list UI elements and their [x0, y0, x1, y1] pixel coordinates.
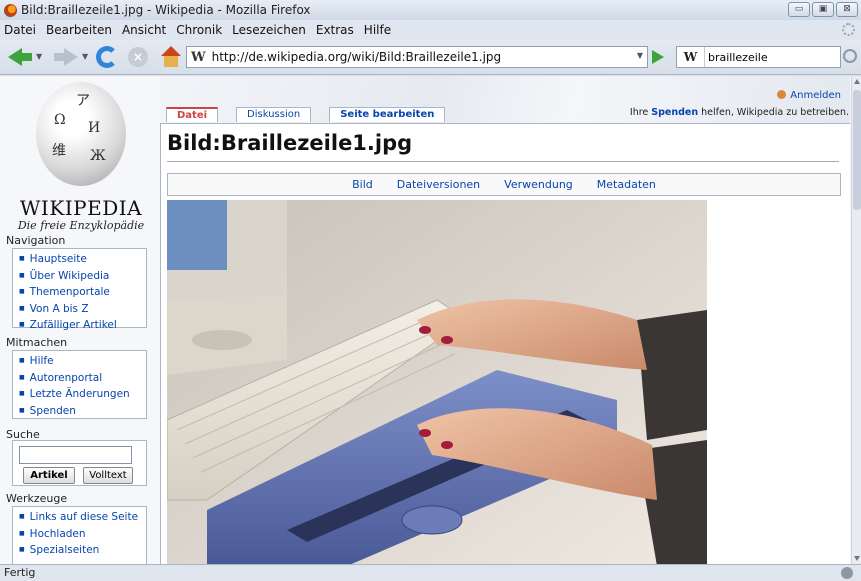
go-arrow-icon[interactable] [652, 50, 664, 64]
status-indicator-icon [841, 567, 853, 579]
nav-link-von-a-bis-z[interactable]: Von A bis Z [19, 302, 142, 319]
tools-link-spezialseiten[interactable]: Spezialseiten [19, 543, 142, 560]
content-area: Bild:Braillezeile1.jpg Bild Dateiversion… [160, 123, 850, 564]
nav-link-ueber-wikipedia[interactable]: Über Wikipedia [19, 269, 142, 286]
tools-link-hochladen[interactable]: Hochladen [19, 527, 142, 544]
search-fulltext-button[interactable]: Volltext [83, 467, 133, 484]
address-bar[interactable]: W http://de.wikipedia.org/wiki/Bild:Brai… [186, 46, 648, 68]
url-history-dropdown-icon[interactable]: ▼ [637, 51, 643, 60]
scroll-up-arrow-icon[interactable] [854, 79, 860, 84]
search-engine-icon[interactable]: W [677, 47, 705, 67]
magnifier-icon[interactable] [843, 49, 857, 63]
navigation-toolbar: ▼ ▼ × W http://de.wikipedia.org/wiki/Bil… [0, 40, 861, 75]
wiki-search-input[interactable] [19, 446, 132, 464]
braille-display-photo[interactable] [167, 200, 707, 564]
back-arrow-icon[interactable] [8, 46, 34, 68]
wikipedia-logo[interactable]: Ω И ア 维 Ж WIKIPEDIA Die freie Enzyklopäd… [6, 78, 156, 238]
menu-datei[interactable]: Datei [4, 23, 36, 37]
title-divider [167, 161, 839, 162]
menu-bearbeiten[interactable]: Bearbeiten [46, 23, 112, 37]
user-icon [777, 90, 787, 99]
navigation-heading: Navigation [6, 234, 66, 247]
wikipedia-tagline: Die freie Enzyklopädie [17, 219, 145, 232]
stop-icon[interactable]: × [128, 47, 148, 67]
scroll-down-arrow-icon[interactable] [854, 556, 860, 561]
mitmachen-portlet: Hilfe Autorenportal Letzte Änderungen Sp… [12, 350, 147, 419]
search-article-button[interactable]: Artikel [23, 467, 75, 484]
scrollbar-thumb[interactable] [853, 90, 861, 210]
title-bar: Bild:Braillezeile1.jpg - Wikipedia - Moz… [0, 0, 861, 20]
file-toc: Bild Dateiversionen Verwendung Metadaten [167, 173, 841, 196]
window-controls: ▭ ▣ ⊠ [788, 2, 858, 17]
wikipedia-wordmark: WIKIPEDIA [19, 196, 143, 220]
back-history-dropdown-icon[interactable]: ▼ [36, 52, 42, 61]
maximize-button[interactable]: ▣ [812, 2, 834, 17]
menu-extras[interactable]: Extras [316, 23, 354, 37]
forward-arrow-icon[interactable] [52, 46, 78, 68]
menu-bar: Datei Bearbeiten Ansicht Chronik Lesezei… [0, 20, 861, 40]
close-button[interactable]: ⊠ [836, 2, 858, 17]
menu-lesezeichen[interactable]: Lesezeichen [232, 23, 306, 37]
filetoc-link-metadaten[interactable]: Metadaten [597, 178, 656, 191]
throbber-icon [842, 23, 855, 36]
navigation-portlet: Hauptseite Über Wikipedia Themenportale … [12, 248, 147, 331]
nav-link-themenportale[interactable]: Themenportale [19, 285, 142, 302]
forward-history-dropdown-icon[interactable]: ▼ [82, 52, 88, 61]
page-tabs: Datei Diskussion Seite bearbeiten [166, 107, 463, 122]
page-title: Bild:Braillezeile1.jpg [167, 131, 413, 155]
tab-seite-bearbeiten[interactable]: Seite bearbeiten [329, 107, 446, 122]
filetoc-link-dateiversionen[interactable]: Dateiversionen [397, 178, 480, 191]
donate-link[interactable]: Spenden [651, 107, 698, 118]
mitmachen-link-spenden[interactable]: Spenden [19, 404, 142, 421]
url-text[interactable]: http://de.wikipedia.org/wiki/Bild:Braill… [212, 50, 502, 64]
nav-link-hauptseite[interactable]: Hauptseite [19, 252, 142, 269]
nav-link-zufaelliger-artikel[interactable]: Zufälliger Artikel [19, 318, 142, 335]
login-link[interactable]: Anmelden [777, 90, 841, 101]
werkzeuge-heading: Werkzeuge [6, 492, 68, 505]
vertical-scrollbar[interactable] [851, 76, 861, 564]
page-viewport: Ω И ア 维 Ж WIKIPEDIA Die freie Enzyklopäd… [0, 76, 861, 564]
donation-notice: Ihre Spenden helfen, Wikipedia zu betrei… [629, 107, 849, 118]
menu-chronik[interactable]: Chronik [176, 23, 222, 37]
tools-link-links-auf-diese-seite[interactable]: Links auf diese Seite [19, 510, 142, 527]
puzzle-globe-icon: Ω И ア 维 Ж [36, 82, 126, 186]
wikipedia-favicon-icon: W [191, 49, 206, 65]
mitmachen-link-autorenportal[interactable]: Autorenportal [19, 371, 142, 388]
reload-icon[interactable] [96, 46, 118, 68]
menu-ansicht[interactable]: Ansicht [122, 23, 166, 37]
search-bar[interactable]: W [676, 46, 841, 68]
photo-illustration [167, 200, 707, 564]
tab-datei[interactable]: Datei [166, 107, 219, 122]
home-icon[interactable] [160, 46, 182, 68]
status-text: Fertig [4, 566, 36, 579]
status-bar: Fertig [0, 564, 861, 581]
filetoc-link-bild[interactable]: Bild [352, 178, 373, 191]
mitmachen-link-letzte-aenderungen[interactable]: Letzte Änderungen [19, 387, 142, 404]
mitmachen-heading: Mitmachen [6, 336, 68, 349]
mitmachen-link-hilfe[interactable]: Hilfe [19, 354, 142, 371]
tab-diskussion[interactable]: Diskussion [236, 107, 312, 122]
werkzeuge-portlet: Links auf diese Seite Hochladen Spezials… [12, 506, 147, 564]
filetoc-link-verwendung[interactable]: Verwendung [504, 178, 573, 191]
firefox-icon [4, 3, 17, 17]
menu-hilfe[interactable]: Hilfe [364, 23, 391, 37]
search-portlet: Artikel Volltext [12, 440, 147, 486]
minimize-button[interactable]: ▭ [788, 2, 810, 17]
window-title: Bild:Braillezeile1.jpg - Wikipedia - Moz… [21, 3, 311, 17]
search-input[interactable] [705, 50, 825, 64]
